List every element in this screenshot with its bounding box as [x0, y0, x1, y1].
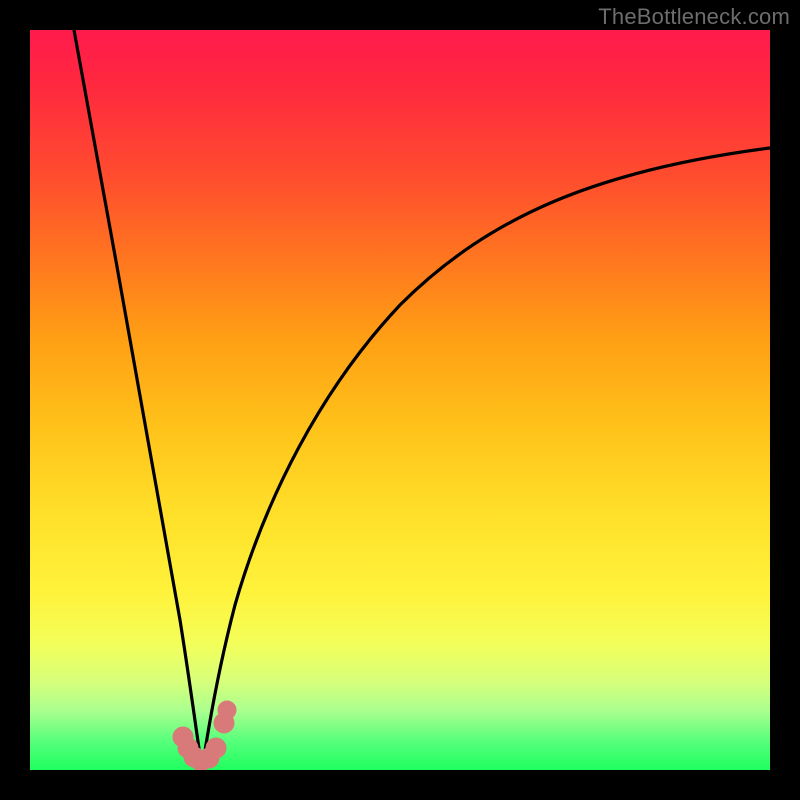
curve-layer [30, 30, 770, 770]
marker-cluster [173, 701, 236, 770]
plot-area [30, 30, 770, 770]
outer-frame: TheBottleneck.com [0, 0, 800, 800]
curve-left [74, 30, 202, 770]
curve-right [202, 148, 770, 770]
watermark-text: TheBottleneck.com [598, 4, 790, 30]
